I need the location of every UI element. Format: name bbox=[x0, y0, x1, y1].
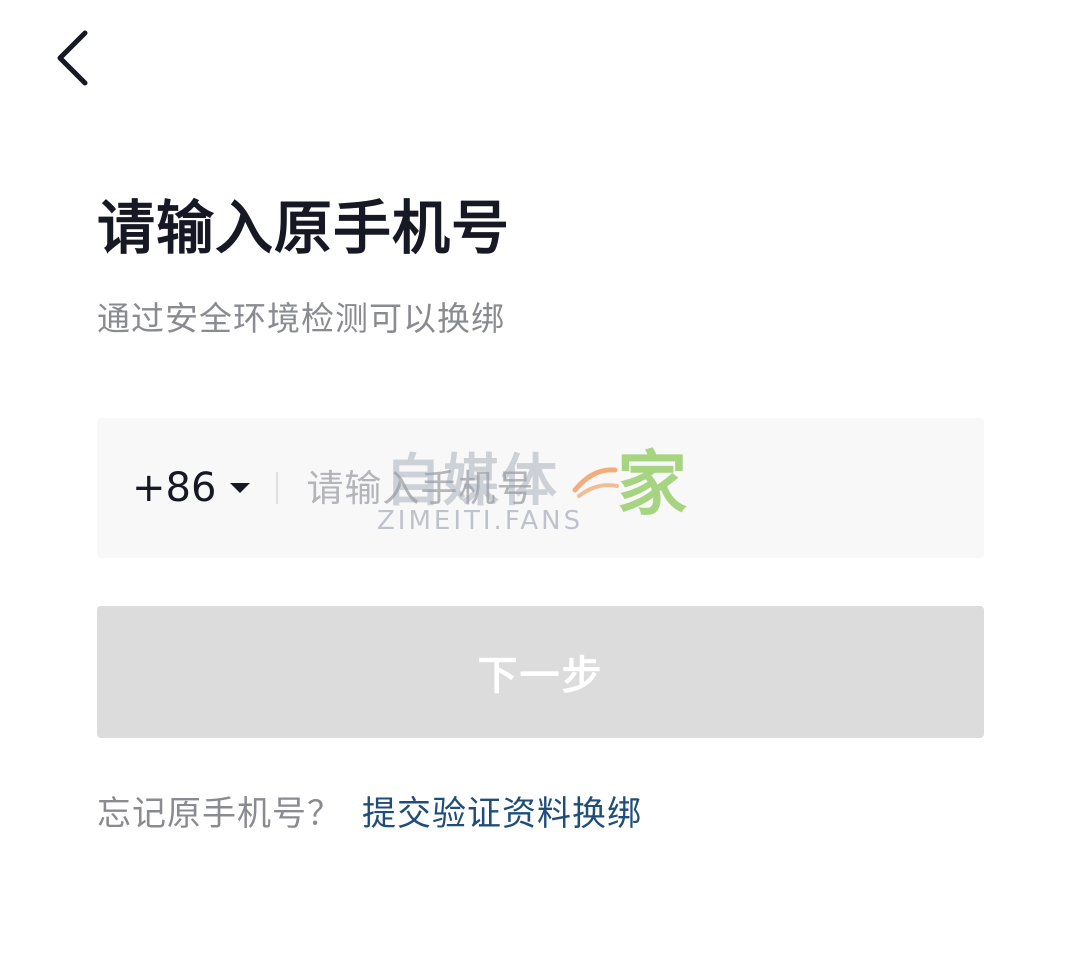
submit-verification-link[interactable]: 提交验证资料换绑 bbox=[362, 794, 642, 834]
next-step-button[interactable]: 下一步 bbox=[97, 606, 984, 738]
phone-number-input[interactable] bbox=[304, 447, 984, 529]
country-code-text: +86 bbox=[132, 465, 217, 511]
phone-input-box: +86 bbox=[97, 418, 984, 558]
caret-down-icon bbox=[230, 483, 251, 493]
country-code-selector[interactable]: +86 bbox=[132, 448, 251, 528]
forgot-phone-prompt: 忘记原手机号？ bbox=[97, 794, 342, 834]
input-divider bbox=[276, 472, 279, 504]
page-subtitle: 通过安全环境检测可以换绑 bbox=[97, 299, 505, 338]
back-button[interactable] bbox=[40, 22, 104, 94]
page-title: 请输入原手机号 bbox=[97, 194, 511, 262]
chevron-left-icon bbox=[57, 30, 88, 86]
forgot-phone-row: 忘记原手机号？ 提交验证资料换绑 bbox=[97, 790, 642, 838]
